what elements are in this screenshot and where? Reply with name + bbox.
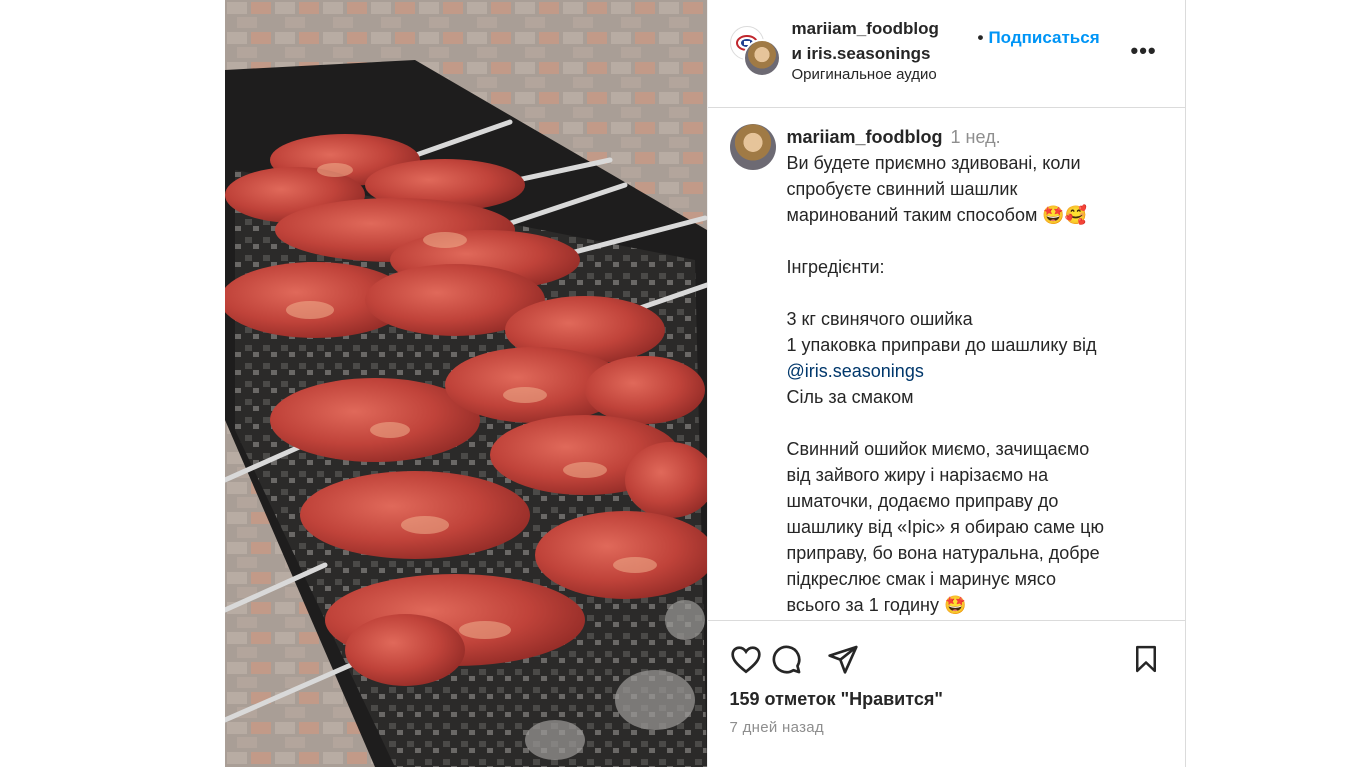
audio-link[interactable]: Оригинальное аудио — [792, 66, 937, 83]
caption-line — [787, 410, 1167, 436]
caption-line: маринований таким способом 🤩🥰 — [786, 205, 1088, 225]
caption-line: приправу, бо вона натуральна, добре — [786, 543, 1100, 563]
post-photo[interactable] — [225, 0, 707, 767]
comment-icon[interactable] — [768, 641, 804, 677]
send-icon[interactable] — [825, 641, 861, 677]
caption-avatar[interactable] — [729, 124, 776, 170]
username-link[interactable]: mariiam_foodblog — [792, 16, 939, 41]
caption-line: 3 кг свинячого ошийка — [786, 309, 973, 329]
mention-link[interactable]: @iris.seasonings — [787, 358, 1167, 384]
caption-section: mariiam_foodblog 1 нед. Ви будете приємно… — [708, 108, 1186, 620]
follow-label: Подписаться — [988, 28, 1100, 47]
caption-line: Свинний ошийок миємо, зачищаємо — [786, 439, 1090, 459]
follow-button[interactable]: • Подписаться — [978, 28, 1100, 48]
more-options-icon[interactable]: ••• — [1131, 38, 1157, 64]
caption-line — [787, 280, 1167, 306]
caption-line: Сіль за смаком — [786, 387, 914, 407]
caption-line: шматочки, додаємо приправу до — [786, 491, 1059, 511]
post-header: mariiam_foodblog и iris.seasonings • Подп… — [707, 0, 1185, 108]
collab-avatars[interactable] — [729, 26, 781, 77]
bookmark-icon[interactable] — [1128, 641, 1164, 677]
caption-line: від зайвого жиру і нарізаємо на — [786, 465, 1049, 485]
heart-icon[interactable] — [728, 641, 764, 677]
caption-line: всього за 1 годину 🤩 — [786, 595, 967, 615]
like-count[interactable]: 159 отметок "Нравится" — [730, 689, 943, 710]
caption-username[interactable]: mariiam_foodblog — [787, 127, 943, 147]
grilled-skewers-photo — [225, 0, 707, 767]
caption-time[interactable]: 1 нед. — [951, 127, 1001, 147]
caption-line: Ви будете приємно здивовані, коли — [786, 153, 1081, 173]
collab-usernames: mariiam_foodblog и iris.seasonings — [792, 16, 939, 66]
post-sidebar: mariiam_foodblog и iris.seasonings • Подп… — [706, 0, 1186, 768]
caption-line: Інгредієнти: — [786, 257, 885, 277]
caption-line: 1 упаковка приправи до шашлику від — [786, 335, 1097, 355]
caption-line: шашлику від «Ірiс» я обираю саме цю — [786, 517, 1104, 537]
instagram-post: mariiam_foodblog и iris.seasonings • Подп… — [225, 0, 1186, 767]
caption-line: спробуєте свинний шашлик — [786, 179, 1018, 199]
separator-dot: • — [977, 28, 984, 47]
caption-line — [787, 228, 1167, 254]
action-bar: 159 отметок "Нравится" 7 дней назад — [707, 620, 1186, 768]
second-username-link[interactable]: и iris.seasonings — [792, 41, 939, 66]
caption-body: mariiam_foodblog 1 нед. Ви будете приємно… — [787, 124, 1167, 618]
post-date[interactable]: 7 дней назад — [730, 719, 824, 736]
mariiam-avatar[interactable] — [742, 39, 781, 77]
caption-line: підкреслює смак і маринує мясо — [786, 569, 1057, 589]
caption-header-line: mariiam_foodblog 1 нед. — [787, 124, 1167, 150]
